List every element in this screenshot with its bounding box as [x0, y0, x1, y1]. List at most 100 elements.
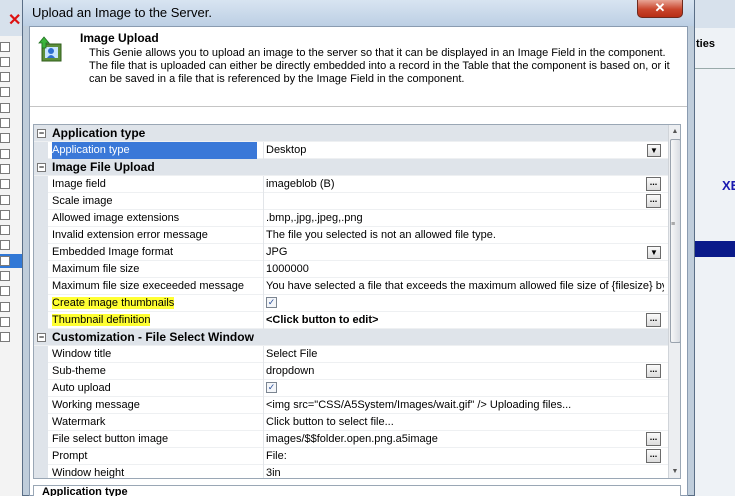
property-value[interactable]: <img src="CSS/A5System/Images/wait.gif" …	[263, 397, 664, 414]
property-value[interactable]: imageblob (B)...	[263, 176, 664, 193]
dropdown-arrow-icon[interactable]: ▼	[647, 246, 661, 259]
grid-row[interactable]: Window title Select File	[34, 346, 668, 363]
property-name[interactable]: Watermark	[52, 414, 257, 431]
property-name[interactable]: Sub-theme	[52, 363, 257, 380]
property-value[interactable]: ✓	[263, 295, 664, 312]
grid-row[interactable]: Embedded Image format JPG ▼	[34, 244, 668, 261]
ellipsis-button[interactable]: ...	[646, 194, 661, 208]
list-item-icon	[0, 240, 10, 251]
property-name[interactable]: Image field	[52, 176, 257, 193]
property-name[interactable]: Auto upload	[52, 380, 257, 397]
collapse-icon[interactable]: −	[37, 129, 46, 138]
grid-category[interactable]: − Application type	[34, 125, 668, 142]
property-name[interactable]: Maximum file size	[52, 261, 257, 278]
property-name[interactable]: Invalid extension error message	[52, 227, 257, 244]
property-value[interactable]: .bmp,.jpg,.jpeg,.png	[263, 210, 664, 227]
property-value[interactable]: ...	[263, 193, 664, 210]
property-name[interactable]: Allowed image extensions	[52, 210, 257, 227]
list-item-icon	[0, 286, 10, 297]
property-name[interactable]: Working message	[52, 397, 257, 414]
property-value[interactable]: File:...	[263, 448, 664, 465]
grid-category[interactable]: − Image File Upload	[34, 159, 668, 176]
property-value-text: You have selected a file that exceeds th…	[266, 280, 664, 292]
property-value-text: <Click button to edit>	[266, 314, 379, 326]
row-gutter	[34, 380, 48, 397]
ellipsis-button[interactable]: ...	[646, 432, 661, 446]
dropdown-arrow-icon[interactable]: ▼	[647, 144, 661, 157]
property-checkbox[interactable]: ✓	[266, 381, 277, 393]
vertical-scrollbar[interactable]: ▲ ≡ ▼	[668, 125, 680, 478]
collapse-icon[interactable]: −	[37, 163, 46, 172]
property-name[interactable]: Prompt	[52, 448, 257, 465]
list-item-icon	[0, 301, 10, 312]
property-value[interactable]: The file you selected is not an allowed …	[263, 227, 664, 244]
grid-row[interactable]: File select button image images/$$folder.…	[34, 431, 668, 448]
grid-row[interactable]: Maximum file size execeeded message You h…	[34, 278, 668, 295]
divider	[694, 68, 735, 69]
property-name[interactable]: File select button image	[52, 431, 257, 448]
list-item-icon	[0, 72, 10, 83]
grid-row[interactable]: Working message <img src="CSS/A5System/Im…	[34, 397, 668, 414]
property-value[interactable]: You have selected a file that exceeds th…	[263, 278, 664, 295]
ellipsis-button[interactable]: ...	[646, 177, 661, 191]
grid-row[interactable]: Watermark Click button to select file...	[34, 414, 668, 431]
property-value[interactable]: Desktop ▼	[263, 142, 664, 159]
property-value[interactable]: Click button to select file...	[263, 414, 664, 431]
property-value[interactable]: dropdown...	[263, 363, 664, 380]
ellipsis-button[interactable]: ...	[646, 449, 661, 463]
grid-category-label: Customization - File Select Window	[52, 330, 254, 344]
property-value[interactable]: images/$$folder.open.png.a5image...	[263, 431, 664, 448]
property-value[interactable]: <Click button to edit>...	[263, 312, 664, 329]
grid-category[interactable]: − Customization - File Select Window	[34, 329, 668, 346]
scrollbar-thumb[interactable]	[670, 139, 680, 343]
property-name[interactable]: Maximum file size execeeded message	[52, 278, 257, 295]
row-gutter	[34, 176, 48, 193]
property-checkbox[interactable]: ✓	[266, 296, 277, 308]
scroll-down-icon[interactable]: ▼	[669, 465, 680, 478]
property-grid[interactable]: − Application type Application type Desktop…	[33, 124, 681, 479]
property-name[interactable]: Window title	[52, 346, 257, 363]
ellipsis-button[interactable]: ...	[646, 364, 661, 378]
property-name[interactable]: Embedded Image format	[52, 244, 257, 261]
property-value[interactable]: ✓	[263, 380, 664, 397]
property-value[interactable]: Select File	[263, 346, 664, 363]
property-name[interactable]: Window height	[52, 465, 257, 478]
background-selection-bar	[694, 241, 735, 257]
grid-row[interactable]: Application type Desktop ▼	[34, 142, 668, 159]
grid-row[interactable]: Thumbnail definition <Click button to edi…	[34, 312, 668, 329]
grid-row[interactable]: Create image thumbnails ✓	[34, 295, 668, 312]
list-item-icon	[0, 163, 10, 174]
row-gutter	[34, 414, 48, 431]
ellipsis-button[interactable]: ...	[646, 313, 661, 327]
property-name[interactable]: Application type	[52, 142, 257, 159]
list-item-icon	[0, 41, 10, 52]
grid-row[interactable]: Auto upload ✓	[34, 380, 668, 397]
genie-title: Image Upload	[80, 31, 159, 45]
dialog-titlebar[interactable]: Upload an Image to the Server. ✕	[23, 0, 694, 26]
row-gutter	[34, 244, 48, 261]
grid-row[interactable]: Window height 3in	[34, 465, 668, 478]
grid-row[interactable]: Maximum file size 1000000	[34, 261, 668, 278]
property-name[interactable]: Create image thumbnails	[52, 295, 257, 312]
property-name-text: Sub-theme	[52, 365, 106, 377]
property-name[interactable]: Thumbnail definition	[52, 312, 257, 329]
grid-row[interactable]: Image field imageblob (B)...	[34, 176, 668, 193]
list-item-icon	[0, 102, 10, 113]
dialog-content: Image Upload This Genie allows you to up…	[29, 26, 688, 496]
grid-row[interactable]: Allowed image extensions .bmp,.jpg,.jpeg,…	[34, 210, 668, 227]
background-right-label-2: XE	[722, 178, 735, 193]
grid-row[interactable]: Scale image...	[34, 193, 668, 210]
property-name[interactable]: Scale image	[52, 193, 257, 210]
grid-row[interactable]: Prompt File:...	[34, 448, 668, 465]
property-value[interactable]: JPG ▼	[263, 244, 664, 261]
grid-row[interactable]: Invalid extension error message The file …	[34, 227, 668, 244]
close-button[interactable]: ✕	[637, 0, 683, 18]
property-value[interactable]: 3in	[263, 465, 664, 478]
list-item-icon	[0, 332, 10, 343]
genie-description: This Genie allows you to upload an image…	[89, 47, 670, 85]
collapse-icon[interactable]: −	[37, 333, 46, 342]
property-name-text: Image field	[52, 178, 106, 190]
scroll-up-icon[interactable]: ▲	[669, 125, 680, 138]
property-value[interactable]: 1000000	[263, 261, 664, 278]
grid-row[interactable]: Sub-theme dropdown...	[34, 363, 668, 380]
